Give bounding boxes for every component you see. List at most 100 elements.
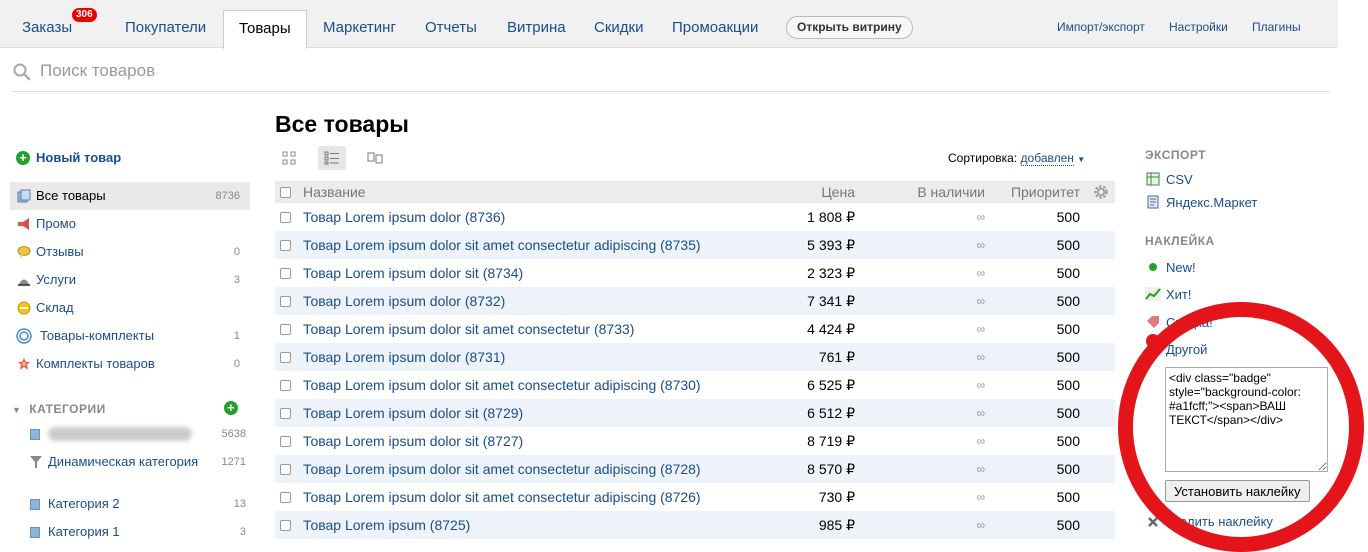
import-export-link[interactable]: Импорт/экспорт	[1057, 20, 1145, 34]
row-checkbox[interactable]	[280, 407, 291, 419]
export-csv-link[interactable]: CSV	[1145, 171, 1193, 187]
set-badge-button[interactable]: Установить наклейку	[1165, 480, 1310, 502]
table-row[interactable]: Товар Lorem ipsum dolor sit (8734) 2 323 …	[275, 259, 1115, 287]
product-name-link[interactable]: Товар Lorem ipsum dolor sit amet consect…	[303, 461, 701, 477]
sort-dropdown[interactable]: добавлен	[1020, 151, 1074, 166]
badge-discount-link[interactable]: Скидка!	[1145, 314, 1213, 330]
product-name-link[interactable]: Товар Lorem ipsum dolor sit (8734)	[303, 265, 523, 281]
row-checkbox[interactable]	[280, 351, 291, 363]
view-table-button[interactable]	[318, 146, 346, 170]
category-item[interactable]: 5638	[30, 420, 250, 448]
orders-count-badge: 306	[72, 8, 97, 22]
product-name-link[interactable]: Товар Lorem ipsum dolor (8732)	[303, 293, 505, 309]
product-name-link[interactable]: Товар Lorem ipsum dolor (8736)	[303, 209, 505, 225]
search-input[interactable]	[40, 58, 640, 84]
row-checkbox[interactable]	[280, 379, 291, 391]
column-stock-header[interactable]: В наличии	[917, 184, 985, 200]
open-storefront-button[interactable]: Открыть витрину	[786, 16, 913, 39]
table-row[interactable]: Товар Lorem ipsum dolor sit (8727) 8 719 …	[275, 427, 1115, 455]
product-name-link[interactable]: Товар Lorem ipsum dolor sit (8729)	[303, 405, 523, 421]
table-row[interactable]: Товар Lorem ipsum dolor (8731) 761 ₽ ∞ 500	[275, 343, 1115, 371]
tab-discounts[interactable]: Скидки	[580, 0, 657, 48]
view-split-button[interactable]	[361, 146, 389, 170]
table-row[interactable]: Товар Lorem ipsum dolor sit (8729) 6 512 …	[275, 399, 1115, 427]
product-name-link[interactable]: Товар Lorem ipsum dolor sit amet consect…	[303, 377, 701, 393]
gear-icon[interactable]	[1093, 184, 1109, 200]
tab-promotions[interactable]: Промоакции	[658, 0, 772, 48]
product-name-link[interactable]: Товар Lorem ipsum dolor sit amet consect…	[303, 489, 701, 505]
table-row[interactable]: Товар Lorem ipsum dolor sit amet consect…	[275, 455, 1115, 483]
product-name-link[interactable]: Товар Lorem ipsum dolor (8731)	[303, 349, 505, 365]
category-folder-icon	[30, 498, 40, 510]
export-heading: ЭКСПОРТ	[1145, 148, 1207, 162]
stock-icon	[16, 300, 32, 316]
table-row[interactable]: Товар Lorem ipsum (8725) 985 ₽ ∞ 500	[275, 511, 1115, 539]
category-count: 3	[239, 526, 246, 538]
sidebar-item-count: 0	[233, 358, 240, 370]
category-item-dynamic[interactable]: Динамическая категория 1271	[30, 448, 250, 476]
table-row[interactable]: Товар Lorem ipsum dolor sit amet consect…	[275, 315, 1115, 343]
tab-reports[interactable]: Отчеты	[411, 0, 491, 48]
product-name-link[interactable]: Товар Lorem ipsum dolor sit amet consect…	[303, 237, 701, 253]
add-category-icon[interactable]: +	[224, 401, 238, 415]
badge-hit-link[interactable]: Хит!	[1145, 286, 1192, 302]
sidebar-item-stock[interactable]: Склад	[10, 294, 250, 322]
remove-badge-link[interactable]: Удалить наклейку	[1147, 514, 1273, 529]
settings-link[interactable]: Настройки	[1169, 20, 1228, 34]
view-thumbs-button[interactable]	[275, 146, 303, 170]
product-price: 6 512 ₽	[807, 404, 855, 421]
column-price-header[interactable]: Цена	[821, 184, 855, 200]
product-name-link[interactable]: Товар Lorem ipsum dolor sit (8727)	[303, 433, 523, 449]
table-row[interactable]: Товар Lorem ipsum dolor (8736) 1 808 ₽ ∞ 50…	[275, 203, 1115, 231]
table-row[interactable]: Товар Lorem ipsum dolor sit amet consect…	[275, 483, 1115, 511]
sidebar-item-services[interactable]: Услуги 3	[10, 266, 250, 294]
megaphone-icon	[16, 216, 32, 232]
row-checkbox[interactable]	[280, 267, 291, 279]
sidebar-item-all-products[interactable]: Все товары 8736	[10, 182, 250, 210]
row-checkbox[interactable]	[280, 519, 291, 531]
column-name-header[interactable]: Название	[303, 184, 366, 200]
sidebar-item-promo[interactable]: Промо	[10, 210, 250, 238]
table-row[interactable]: Товар Lorem ipsum dolor sit amet consect…	[275, 231, 1115, 259]
export-yandex-link[interactable]: Яндекс.Маркет	[1145, 194, 1257, 210]
tab-storefront[interactable]: Витрина	[493, 0, 580, 48]
plugins-link[interactable]: Плагины	[1252, 20, 1301, 34]
new-product-link[interactable]: + Новый товар	[16, 150, 121, 165]
product-price: 7 341 ₽	[807, 292, 855, 309]
sidebar-item-reviews[interactable]: Отзывы 0	[10, 238, 250, 266]
table-row[interactable]: Товар Lorem ipsum dolor (8732) 7 341 ₽ ∞ 50…	[275, 287, 1115, 315]
sidebar-item-label: Отзывы	[36, 244, 84, 259]
product-name-link[interactable]: Товар Lorem ipsum (8725)	[303, 517, 470, 533]
row-checkbox[interactable]	[280, 295, 291, 307]
badge-custom-link[interactable]: Другой	[1166, 342, 1207, 357]
badge-code-textarea[interactable]: <div class="badge" style="background-col…	[1165, 367, 1328, 472]
column-priority-header[interactable]: Приоритет	[1011, 184, 1080, 200]
collapse-triangle-icon[interactable]: ▼	[12, 405, 21, 415]
product-stock: ∞	[976, 294, 985, 308]
badge-new-link[interactable]: New!	[1145, 259, 1196, 275]
category-item[interactable]: Категория 2 13	[30, 490, 250, 518]
category-folder-icon	[30, 428, 40, 440]
tab-products[interactable]: Товары	[223, 10, 307, 49]
row-checkbox[interactable]	[280, 491, 291, 503]
products-icon	[16, 188, 32, 204]
sidebar-item-bundles[interactable]: Товары-комплекты 1	[10, 322, 250, 350]
tab-customers[interactable]: Покупатели	[111, 0, 220, 48]
tab-marketing[interactable]: Маркетинг	[309, 0, 410, 48]
row-checkbox[interactable]	[280, 323, 291, 335]
product-name-link[interactable]: Товар Lorem ipsum dolor sit amet consect…	[303, 321, 634, 337]
chevron-down-icon[interactable]: ▼	[1077, 155, 1085, 164]
tab-orders[interactable]: Заказы	[8, 0, 86, 48]
row-checkbox[interactable]	[280, 239, 291, 251]
table-row[interactable]: Товар Lorem ipsum dolor sit amet consect…	[275, 371, 1115, 399]
sidebar-item-sets[interactable]: Комплекты товаров 0	[10, 350, 250, 378]
row-checkbox[interactable]	[280, 435, 291, 447]
category-item[interactable]: Категория 1 3	[30, 518, 250, 546]
services-icon	[16, 272, 32, 288]
tag-icon	[1145, 314, 1161, 330]
row-checkbox[interactable]	[280, 211, 291, 223]
row-checkbox[interactable]	[280, 463, 291, 475]
product-priority: 500	[1056, 237, 1080, 253]
select-all-checkbox[interactable]	[280, 186, 291, 198]
green-dot-icon	[1145, 259, 1161, 275]
